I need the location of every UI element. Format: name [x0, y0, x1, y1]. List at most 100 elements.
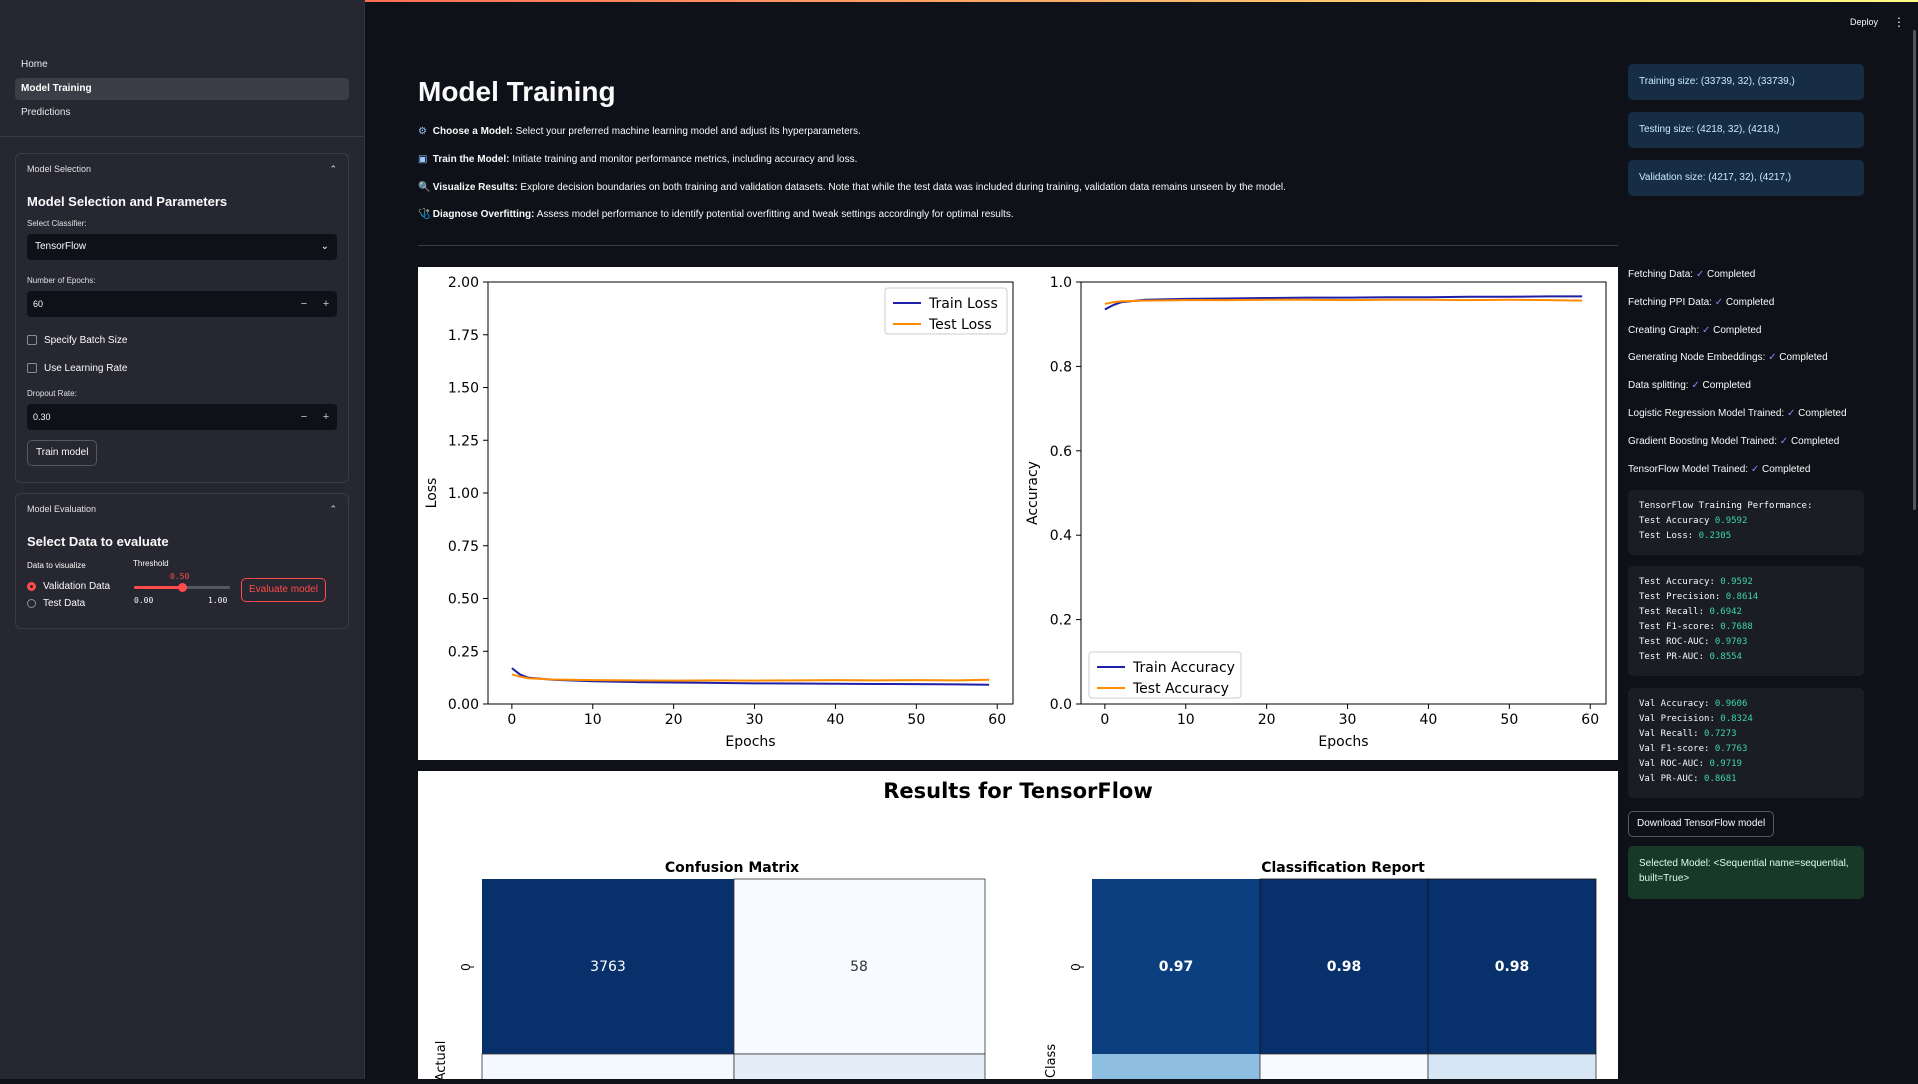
status-item: Creating Graph: ✓ Completed [1628, 325, 1761, 336]
status-label: Gradient Boosting Model Trained: [1628, 435, 1777, 447]
radio-test-label: Test Data [43, 598, 86, 609]
batch-size-label: Specify Batch Size [44, 334, 128, 346]
model-evaluation-header[interactable]: Model Evaluation ⌃ [16, 494, 348, 524]
dropout-input[interactable]: 0.30 − + [27, 404, 337, 430]
epochs-increment-button[interactable]: + [315, 291, 337, 317]
cm-value-0-0: 3763 [590, 959, 626, 975]
x-tick-label: 50 [1500, 712, 1518, 728]
batch-size-checkbox[interactable]: Specify Batch Size [27, 333, 337, 347]
status-value: Completed [1713, 324, 1762, 336]
dropout-increment-button[interactable]: + [315, 404, 337, 430]
y-tick-label: 0.6 [1050, 444, 1072, 460]
metric-label: Val ROC-AUC: [1639, 759, 1705, 769]
metric-label: Test F1-score: [1639, 622, 1715, 632]
cm-y-axis-label: Actual [434, 1041, 449, 1079]
x-tick-label: 40 [1420, 712, 1438, 728]
sidebar: Home Model Training Predictions Model Se… [0, 0, 365, 1079]
radio-validation-data[interactable]: Validation Data [27, 578, 110, 595]
step-train-model: ▣ Train the Model: Initiate training and… [418, 154, 1318, 165]
dropout-value: 0.30 [33, 412, 51, 422]
status-item: Generating Node Embeddings: ✓ Completed [1628, 352, 1828, 363]
plot-frame [487, 281, 1014, 705]
x-tick-label: 60 [1581, 712, 1599, 728]
y-tick-label: 1.0 [1050, 275, 1072, 291]
epochs-input[interactable]: 60 − + [27, 291, 337, 317]
status-item: Gradient Boosting Model Trained: ✓ Compl… [1628, 436, 1839, 447]
y-tick-label: 0.8 [1050, 359, 1072, 375]
y-tick-label: 0.50 [448, 592, 479, 608]
legend-label: Test Accuracy [1132, 681, 1229, 697]
validation-size-info: Validation size: (4217, 32), (4217,) [1628, 160, 1864, 196]
cm-row-label: 0 [459, 963, 473, 971]
x-tick-label: 0 [507, 712, 516, 728]
results-panel: Results for TensorFlow Confusion Matrix … [418, 771, 1618, 1084]
legend-label: Test Loss [928, 317, 992, 333]
step-text: Initiate training and monitor performanc… [509, 154, 858, 165]
status-item: TensorFlow Model Trained: ✓ Completed [1628, 464, 1810, 475]
metric-row: Test Accuracy: 0.9592 [1639, 575, 1853, 590]
check-icon: ✓ [1691, 380, 1700, 392]
model-evaluation-title: Select Data to evaluate [27, 534, 169, 549]
radio-test-data[interactable]: Test Data [27, 595, 110, 612]
confusion-matrix-title: Confusion Matrix [665, 860, 799, 876]
y-tick-label: 0.75 [448, 539, 479, 555]
evaluate-model-button[interactable]: Evaluate model [241, 578, 326, 602]
y-tick-label: 1.25 [448, 433, 479, 449]
y-tick-label: 1.50 [448, 381, 479, 397]
cm-cell-1-1 [733, 1053, 986, 1084]
metric-row: Val PR-AUC: 0.8681 [1639, 772, 1853, 787]
radio-dot-selected [27, 582, 36, 591]
nav-item-predictions[interactable]: Predictions [15, 102, 349, 124]
metric-label: Test Accuracy: [1639, 577, 1715, 587]
metric-value: 0.9592 [1714, 516, 1748, 526]
metric-value: 0.8681 [1704, 774, 1737, 784]
results-svg: Results for TensorFlow Confusion Matrix … [434, 779, 1597, 1084]
check-icon: ✓ [1779, 435, 1789, 447]
nav-item-home[interactable]: Home [15, 54, 349, 76]
step-title: Choose a Model: [432, 126, 513, 137]
threshold-slider-track[interactable] [134, 583, 230, 592]
val-metrics-block: Val Accuracy: 0.9606 Val Precision: 0.832… [1628, 688, 1864, 798]
x-tick-label: 20 [1258, 712, 1276, 728]
deploy-button[interactable]: Deploy [1850, 17, 1878, 27]
status-item: Fetching PPI Data: ✓ Completed [1628, 297, 1774, 308]
nav-item-model-training[interactable]: Model Training [15, 78, 349, 100]
series-line-1 [1104, 298, 1583, 305]
y-tick-label: 0.4 [1050, 528, 1072, 544]
download-model-button[interactable]: Download TensorFlow model [1628, 811, 1775, 837]
cr-cell-1-2 [1427, 1053, 1597, 1084]
classifier-select[interactable]: TensorFlow ⌄ [27, 234, 337, 260]
status-label: Data splitting: [1628, 380, 1689, 392]
main-menu-icon[interactable]: ⋮ [1893, 15, 1905, 29]
dropout-label: Dropout Rate: [27, 389, 77, 398]
status-value: Completed [1725, 296, 1775, 308]
train-model-button[interactable]: Train model [27, 440, 98, 466]
metric-value: 0.2305 [1698, 531, 1732, 541]
model-selection-header[interactable]: Model Selection ⌃ [16, 154, 348, 184]
step-text: Assess model performance to identify pot… [534, 209, 1014, 220]
y-tick-label: 0.25 [448, 644, 479, 660]
cr-value-0-2: 0.98 [1495, 959, 1530, 975]
epochs-decrement-button[interactable]: − [293, 291, 315, 317]
threshold-min: 0.00 [134, 596, 154, 605]
x-tick-label: 50 [907, 712, 925, 728]
status-item: Data splitting: ✓ Completed [1628, 380, 1751, 391]
y-tick-label: 1.75 [448, 328, 479, 344]
check-icon: ✓ [1701, 324, 1711, 336]
page-scrollbar[interactable] [1913, 30, 1916, 510]
step-title: Diagnose Overfitting: [432, 209, 535, 220]
check-icon: ✓ [1750, 463, 1760, 475]
status-label: TensorFlow Model Trained: [1628, 463, 1749, 475]
test-metrics-block: Test Accuracy: 0.9592 Test Precision: 0.8… [1628, 566, 1864, 676]
training-curves-panel: 0 10 20 30 40 50 60 0.00 0.25 0.50 0.75 1.00 1.25 1.5… [418, 267, 1618, 760]
metric-label: Val F1-score: [1639, 744, 1710, 754]
classifier-value: TensorFlow [35, 241, 87, 252]
dropout-decrement-button[interactable]: − [293, 404, 315, 430]
step-diagnose-overfitting: 🩺 Diagnose Overfitting: Assess model per… [418, 209, 1318, 220]
metric-label: Val PR-AUC: [1639, 774, 1699, 784]
threshold-slider-handle[interactable] [178, 583, 187, 592]
cr-row-label: 0 [1069, 963, 1083, 971]
accuracy-chart: 0 10 20 30 40 50 60 0.0 0.2 0.4 0.6 0.8 1.0 Epochs Acc… [1025, 275, 1607, 750]
x-tick-label: 40 [827, 712, 845, 728]
learning-rate-checkbox[interactable]: Use Learning Rate [27, 361, 337, 375]
